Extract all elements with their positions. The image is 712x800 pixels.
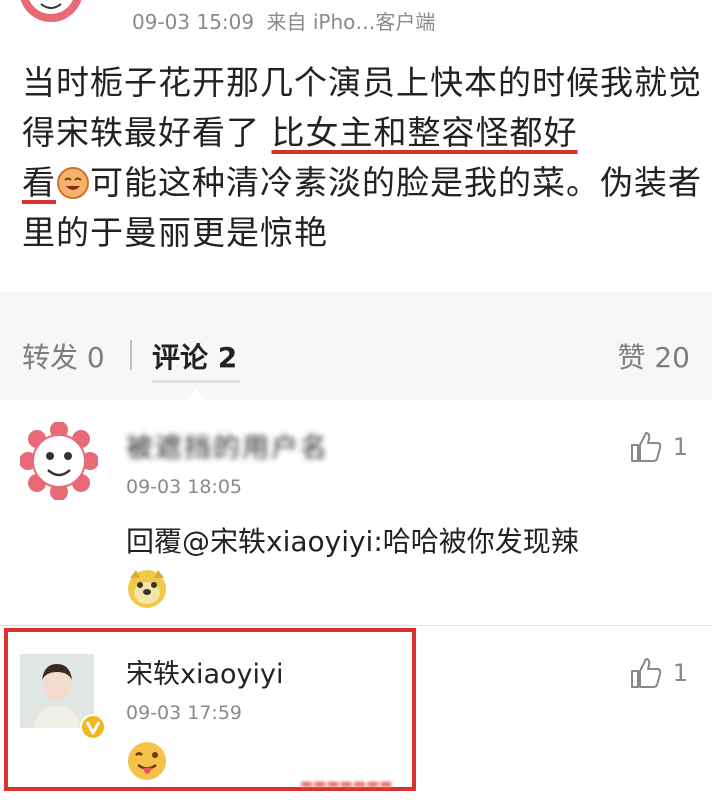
thumbs-up-icon: [630, 432, 661, 462]
doge-emoji-icon: [128, 570, 166, 608]
comment-time: 09-03 18:05: [126, 476, 243, 498]
post-text-underlined-1: 比女主和整容怪都好: [271, 113, 578, 152]
comment-item: 被遮挡的用户名 09-03 18:05 回覆@宋轶xiaoyiyi:哈哈被你发现…: [0, 400, 712, 625]
tab-pointer: [186, 388, 206, 400]
blurred-watermark: ▬▬▬▬▬▬▬: [300, 776, 393, 792]
laughing-face-icon: [57, 167, 89, 199]
post-body: 当时栀子花开那几个演员上快本的时候我就觉得宋轶最好看了 比女主和整容怪都好看 可…: [22, 58, 702, 258]
tab-divider: [130, 340, 132, 370]
comment-like-button[interactable]: 1: [629, 656, 688, 690]
flower-face-avatar[interactable]: [20, 422, 98, 500]
post-meta: 09-03 15:09 来自 iPho…客户端: [132, 6, 441, 35]
post-time: 09-03 15:09: [132, 10, 255, 34]
like-count: 1: [672, 433, 688, 461]
like-count: 1: [672, 659, 688, 687]
repost-tab[interactable]: 转发 0: [22, 336, 105, 376]
post-text-underlined-2: 看: [22, 163, 56, 202]
likes-tab[interactable]: 赞 20: [617, 336, 690, 376]
highlight-box: [4, 628, 416, 791]
post-source[interactable]: 来自 iPho…客户端: [266, 10, 435, 34]
comments-tab[interactable]: 评论 2: [152, 336, 237, 376]
thumbs-up-icon: [630, 658, 661, 688]
comment-text: 回覆@宋轶xiaoyiyi:哈哈被你发现辣: [126, 525, 579, 558]
post-author-avatar[interactable]: [16, 0, 86, 26]
active-tab-indicator: [152, 380, 240, 383]
comment-author[interactable]: 被遮挡的用户名: [126, 426, 329, 465]
post-text-part2: 可能这种清冷素淡的脸是我的菜。伪装者里的于曼丽更是惊艳: [22, 163, 702, 252]
weibo-post: 09-03 15:09 来自 iPho…客户端 当时栀子花开那几个演员上快本的时…: [0, 0, 712, 292]
comment-like-button[interactable]: 1: [629, 430, 688, 464]
post-stats-bar: 转发 0 评论 2 赞 20: [0, 318, 712, 388]
